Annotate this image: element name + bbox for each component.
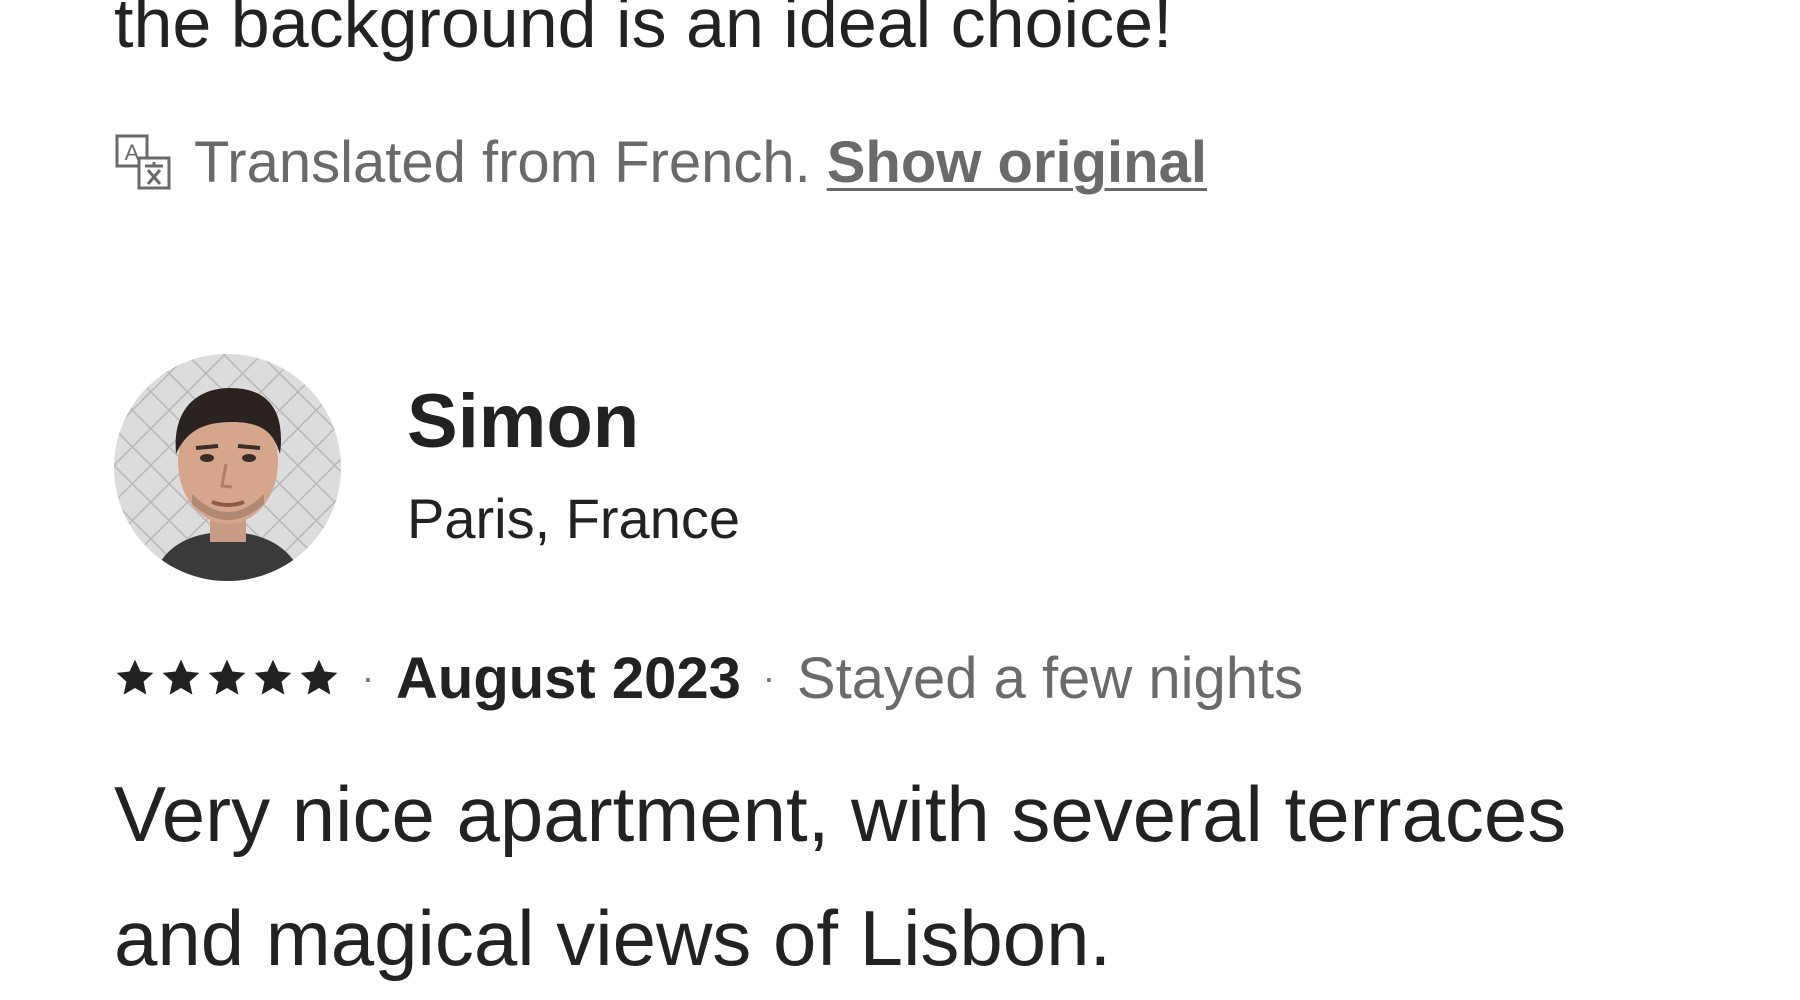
stay-length: Stayed a few nights [796, 645, 1304, 711]
star-icon [162, 659, 200, 695]
show-original-link[interactable]: Show original [827, 129, 1207, 196]
star-rating [114, 657, 340, 699]
reviews-page: the background is an ideal choice! A Tra… [0, 0, 1800, 1000]
reviewer-avatar[interactable] [114, 354, 341, 581]
separator-dot: · [762, 657, 775, 698]
translate-icon: A [115, 134, 171, 190]
reviewer-info: Simon Paris, France [407, 377, 740, 559]
translation-notice: A Translated from French. Show original [114, 126, 1207, 198]
reviewer-header: Simon Paris, France [114, 354, 740, 581]
star-icon [254, 659, 292, 695]
review-meta: · August 2023 · Stayed a few nights [114, 642, 1303, 714]
review-body: Very nice apartment, with several terrac… [114, 770, 1567, 982]
previous-review-text: the background is an ideal choice! [114, 0, 1173, 62]
translation-note: Translated from French. [194, 129, 811, 195]
reviewer-location: Paris, France [407, 486, 740, 550]
reviewer-name: Simon [407, 378, 640, 464]
svg-text:A: A [125, 140, 140, 165]
star-icon [208, 659, 246, 695]
review-date: August 2023 [396, 645, 741, 711]
star-icon [300, 659, 338, 695]
separator-dot: · [362, 657, 374, 698]
star-icon [116, 659, 154, 695]
